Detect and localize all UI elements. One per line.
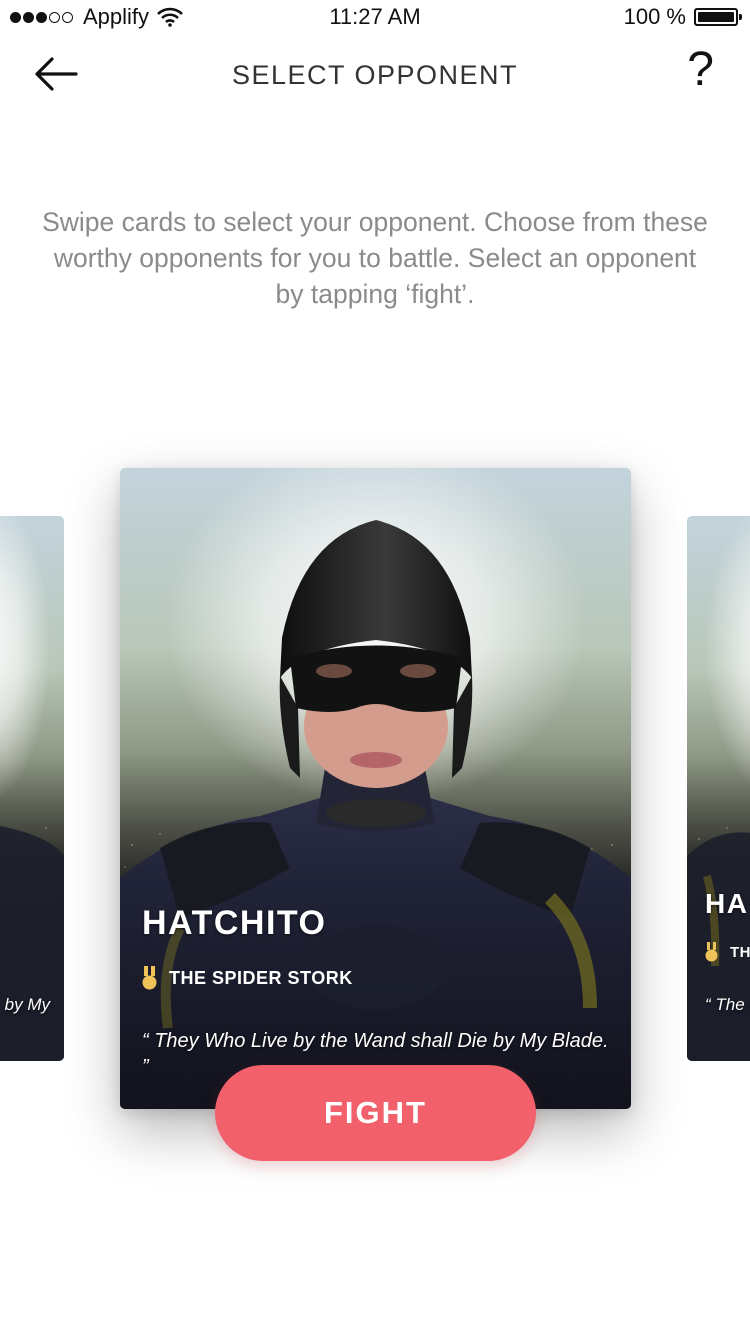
opponent-title: TH <box>730 943 750 961</box>
opponent-quote: by My <box>4 995 50 1014</box>
status-bar: Applify 11:27 AM 100 % <box>0 0 750 36</box>
select-opponent-screen: Applify 11:27 AM 100 % SELECT OPPONENT ?… <box>0 0 750 1334</box>
opponent-portrait <box>0 826 64 1061</box>
opponent-card-next[interactable]: HA TH “ The Blade <box>687 516 750 1061</box>
opponent-name: HA <box>705 888 749 919</box>
fight-button[interactable]: FIGHT <box>215 1065 536 1161</box>
medal-icon <box>142 966 157 990</box>
opponent-name: HATCHITO <box>142 904 327 942</box>
opponent-card-previous[interactable]: by My <box>0 516 64 1061</box>
opponent-portrait <box>120 520 631 1109</box>
opponent-quote: “ The Blade <box>705 995 750 1014</box>
status-right: 100 % <box>623 4 742 30</box>
help-button[interactable]: ? <box>687 46 714 94</box>
page-title: SELECT OPPONENT <box>231 60 519 90</box>
battery-icon <box>694 8 742 26</box>
opponent-portrait <box>687 832 750 1061</box>
instructions-text: Swipe cards to select your opponent. Cho… <box>42 207 708 309</box>
battery-percentage: 100 % <box>623 4 686 29</box>
opponent-title-row: THE SPIDER STORK <box>142 966 353 990</box>
medal-icon <box>705 942 718 962</box>
opponent-title: THE SPIDER STORK <box>169 967 353 988</box>
opponent-title-row: TH <box>705 942 750 962</box>
opponent-card-current[interactable]: HATCHITO THE SPIDER STORK “ They Who Liv… <box>120 468 631 1109</box>
battery-fill <box>698 12 734 22</box>
